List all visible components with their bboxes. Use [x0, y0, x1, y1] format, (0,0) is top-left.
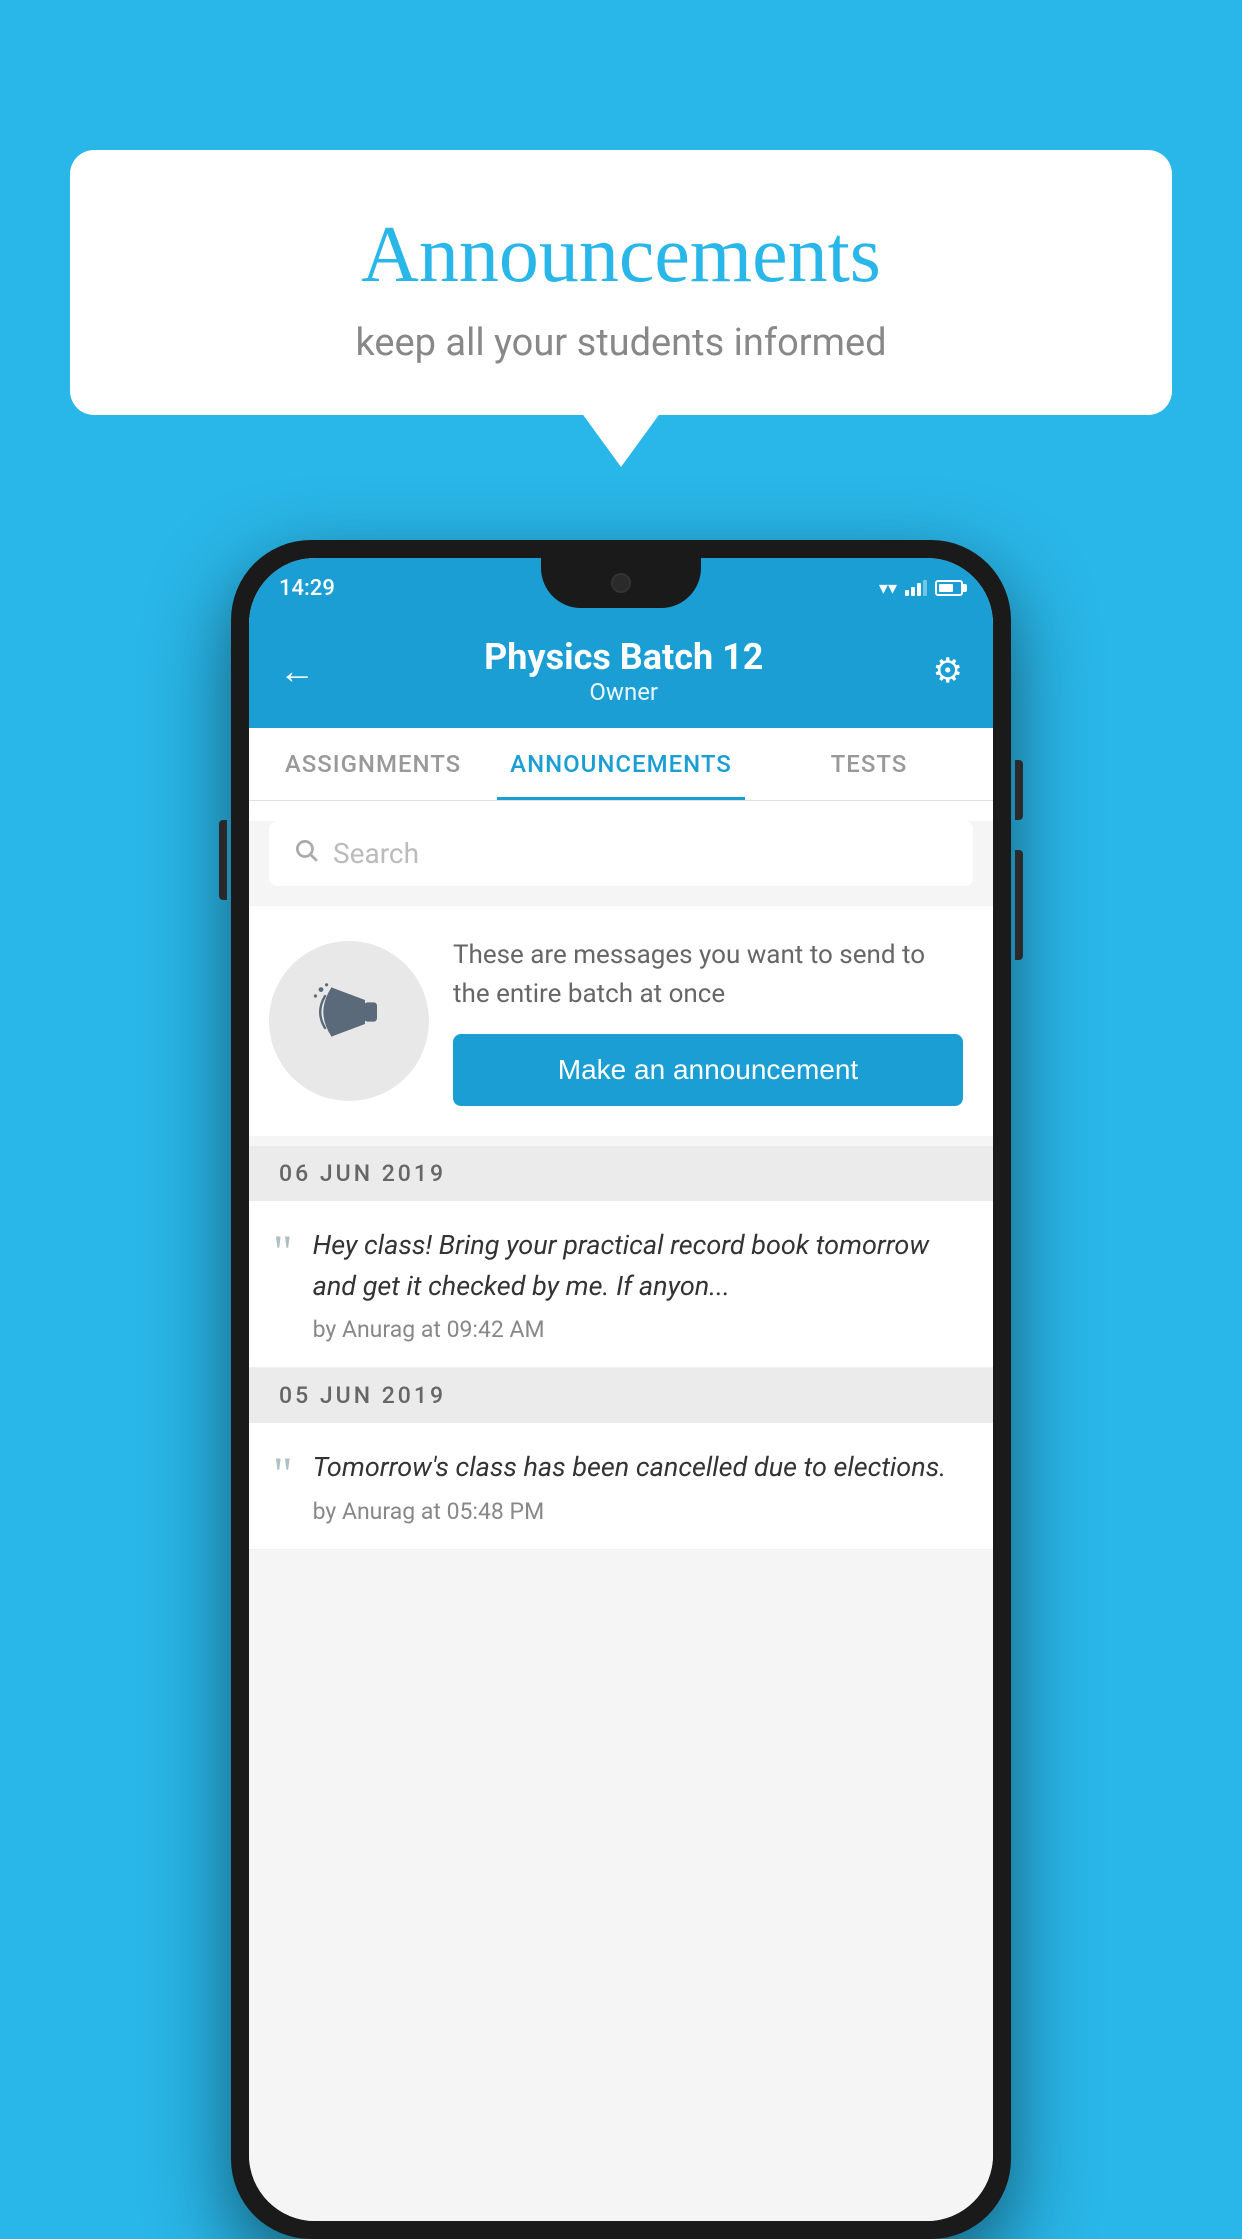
header-center: Physics Batch 12 Owner — [484, 636, 763, 706]
announcement-author-2: by Anurag at 05:48 PM — [313, 1498, 969, 1525]
quote-icon-2: " — [273, 1451, 293, 1499]
announcement-text-1: Hey class! Bring your practical record b… — [313, 1225, 969, 1306]
status-icons: ▾▾ — [879, 578, 963, 599]
battery-fill — [939, 584, 953, 592]
tab-announcements[interactable]: ANNOUNCEMENTS — [497, 728, 745, 800]
promo-description: These are messages you want to send to t… — [453, 936, 963, 1014]
promo-content: These are messages you want to send to t… — [453, 936, 963, 1106]
date-divider-2: 05 JUN 2019 — [249, 1368, 993, 1423]
announcement-text-2: Tomorrow's class has been cancelled due … — [313, 1447, 969, 1488]
date-divider-1: 06 JUN 2019 — [249, 1146, 993, 1201]
megaphone-icon — [309, 972, 389, 1070]
speech-bubble-title: Announcements — [110, 210, 1132, 301]
owner-label: Owner — [484, 678, 763, 706]
make-announcement-button[interactable]: Make an announcement — [453, 1034, 963, 1106]
tab-tests[interactable]: TESTS — [745, 728, 993, 800]
status-bar: 14:29 ▾▾ — [249, 558, 993, 618]
tab-assignments[interactable]: ASSIGNMENTS — [249, 728, 497, 800]
power-button-top — [1015, 760, 1023, 820]
batch-title: Physics Batch 12 — [484, 636, 763, 678]
search-bar[interactable]: Search — [269, 821, 973, 886]
announcement-item-1[interactable]: " Hey class! Bring your practical record… — [249, 1201, 993, 1368]
signal-icon — [905, 580, 927, 596]
app-header: ← Physics Batch 12 Owner ⚙ — [249, 618, 993, 728]
content-area: Search — [249, 821, 993, 2221]
promo-card: These are messages you want to send to t… — [249, 906, 993, 1136]
volume-button — [219, 820, 227, 900]
phone-container: 14:29 ▾▾ — [231, 540, 1011, 2239]
announcement-author-1: by Anurag at 09:42 AM — [313, 1316, 969, 1343]
search-placeholder: Search — [333, 837, 419, 870]
back-button[interactable]: ← — [279, 650, 315, 692]
wifi-icon: ▾▾ — [879, 578, 897, 599]
announcement-content-2: Tomorrow's class has been cancelled due … — [313, 1447, 969, 1525]
status-time: 14:29 — [279, 576, 335, 601]
battery-icon — [935, 580, 963, 596]
camera — [611, 573, 631, 593]
settings-icon[interactable]: ⚙ — [933, 651, 963, 691]
announcement-item-2[interactable]: " Tomorrow's class has been cancelled du… — [249, 1423, 993, 1550]
speech-bubble: Announcements keep all your students inf… — [70, 150, 1172, 415]
speech-bubble-container: Announcements keep all your students inf… — [70, 150, 1172, 415]
speech-bubble-subtitle: keep all your students informed — [110, 321, 1132, 365]
phone-outer: 14:29 ▾▾ — [231, 540, 1011, 2239]
quote-icon-1: " — [273, 1229, 293, 1277]
announcement-content-1: Hey class! Bring your practical record b… — [313, 1225, 969, 1343]
phone-screen: 14:29 ▾▾ — [249, 558, 993, 2221]
power-button-bottom — [1015, 850, 1023, 960]
search-icon — [293, 837, 319, 870]
notch — [541, 558, 701, 608]
promo-icon-circle — [269, 941, 429, 1101]
tabs-container: ASSIGNMENTS ANNOUNCEMENTS TESTS — [249, 728, 993, 801]
